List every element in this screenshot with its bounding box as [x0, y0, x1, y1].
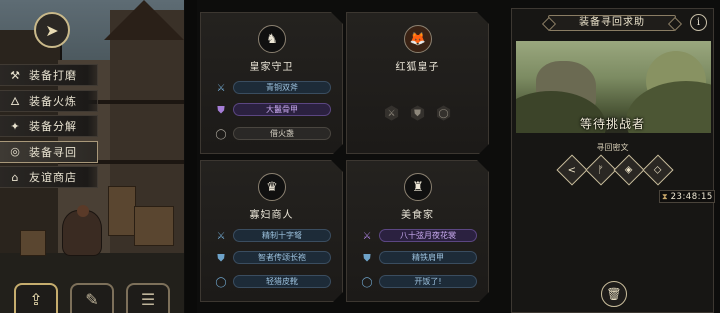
card-name: 皇家守卫	[249, 62, 294, 73]
trash-icon: 🗑	[606, 287, 622, 301]
character-figure	[62, 205, 102, 256]
retrieve-help-panel: 装备寻回求助 i 等待挑战者 寻回密文 < ᚠ ◈ ◇ ⧗ 23:48:15 🗑	[511, 8, 715, 313]
countdown-timer: ⧗ 23:48:15	[659, 190, 715, 203]
rune-4-icon[interactable]: ◇	[642, 154, 674, 186]
card-royal-guard[interactable]: ♞ 皇家守卫 ⚔ 青铜双斧 ⛊ 大鬣骨甲 ◯ 借火盏	[200, 12, 343, 154]
equipment-label: 精铁肩甲	[379, 251, 477, 264]
bottom-nav-list[interactable]: ☰	[126, 283, 170, 313]
cipher-row: < ᚠ ◈ ◇	[556, 154, 674, 186]
card-name: 美食家	[401, 210, 434, 221]
equipment-row[interactable]: ⚔ 精制十字弩	[213, 229, 331, 243]
equipment-row[interactable]: ◯ 轻猎皮靴	[213, 275, 331, 289]
sidebar-item-forge[interactable]: 🜂 装备火炼	[0, 89, 98, 112]
info-icon[interactable]: i	[690, 14, 707, 31]
back-button[interactable]: ➤	[34, 12, 70, 48]
equipment-label: 开饭了!	[379, 275, 477, 288]
equipment-row[interactable]: ⛊ 精铁肩甲	[359, 251, 477, 265]
equipment-row[interactable]: ⚔ 八十弦月夜花裳	[359, 229, 477, 243]
equipment-label: 青铜双斧	[233, 81, 331, 94]
flame-icon: 🜂	[10, 94, 20, 108]
robe-icon: ⛊	[217, 252, 225, 264]
hourglass-icon: ⧗	[662, 191, 668, 201]
sidebar-item-label: 装备打磨	[29, 69, 77, 82]
sidebar-item-retrieve[interactable]: ◎ 装备寻回	[0, 140, 98, 163]
equipment-label: 精制十字弩	[233, 229, 331, 242]
rune-1-icon[interactable]: <	[556, 154, 588, 186]
equipment-row[interactable]: ◯ 开饭了!	[359, 275, 477, 289]
divider	[185, 0, 197, 313]
armor-icon: ⛊	[217, 104, 225, 116]
crate	[134, 206, 174, 246]
roof	[104, 0, 184, 40]
sidebar-item-label: 装备分解	[29, 120, 77, 133]
sidebar-item-dismantle[interactable]: ✦ 装备分解	[0, 115, 98, 137]
ring-slot-icon: ◯	[435, 105, 453, 123]
hammer-icon: ⚒	[10, 68, 20, 82]
sidebar-item-label: 友谊商店	[29, 171, 77, 184]
royal-guard-avatar: ♞	[258, 25, 286, 53]
sidebar-item-label: 装备火炼	[29, 94, 77, 108]
quill-icon: ✎	[85, 289, 99, 309]
card-name: 红狐皇子	[395, 62, 440, 73]
crate	[20, 230, 46, 256]
equipment-row[interactable]: ⚔ 青铜双斧	[213, 81, 331, 95]
pauldron-icon: ⛊	[363, 252, 371, 264]
panel-title: 装备寻回求助	[548, 15, 676, 31]
gourmet-avatar: ♜	[404, 173, 432, 201]
equipment-label: 智者传颂长袍	[233, 251, 331, 264]
bottom-nav-quill[interactable]: ✎	[70, 283, 114, 313]
trash-button[interactable]: 🗑	[601, 281, 627, 307]
equipment-label: 大鬣骨甲	[233, 103, 331, 116]
card-name: 寡妇商人	[249, 210, 294, 221]
crate	[108, 186, 136, 236]
bottom-nav-inventory[interactable]: ⇪	[14, 283, 58, 313]
break-icon: ✦	[10, 119, 20, 133]
equipment-label: 借火盏	[233, 127, 331, 140]
boots-icon: ◯	[215, 276, 227, 288]
crossbow-icon: ⚔	[216, 230, 226, 242]
shop-icon: ⌂	[11, 170, 19, 184]
rune-2-icon[interactable]: ᚠ	[585, 154, 617, 186]
cipher-label: 寻回密文	[596, 143, 629, 152]
widow-merchant-avatar: ♛	[258, 173, 286, 201]
card-gourmet[interactable]: ♜ 美食家 ⚔ 八十弦月夜花裳 ⛊ 精铁肩甲 ◯ 开饭了!	[346, 160, 489, 302]
weapon-slot-icon: ⚔	[383, 105, 401, 123]
ring-icon: ◯	[361, 276, 373, 288]
equipment-row[interactable]: ⛊ 智者传颂长袍	[213, 251, 331, 265]
sidebar-item-polish[interactable]: ⚒ 装备打磨	[0, 64, 98, 86]
empty-slot-row: ⚔ ⛊ ◯	[347, 105, 488, 123]
card-widow-merchant[interactable]: ♛ 寡妇商人 ⚔ 精制十字弩 ⛊ 智者传颂长袍 ◯ 轻猎皮靴	[200, 160, 343, 302]
equipment-row[interactable]: ⛊ 大鬣骨甲	[213, 103, 331, 117]
red-fox-prince-avatar: 🦊	[404, 25, 432, 53]
sidebar-item-label: 装备寻回	[29, 145, 77, 159]
armor-slot-icon: ⛊	[409, 105, 427, 123]
equipment-row[interactable]: ◯ 借火盏	[213, 127, 331, 141]
list-icon: ☰	[140, 289, 156, 309]
ring-icon: ◯	[215, 128, 227, 140]
equipment-label: 八十弦月夜花裳	[379, 229, 477, 242]
axe-icon: ⚔	[216, 82, 226, 94]
timer-value: 23:48:15	[670, 191, 713, 202]
rune-3-icon[interactable]: ◈	[613, 154, 645, 186]
search-icon: ◎	[10, 145, 20, 158]
status-text: 等待挑战者	[579, 117, 645, 131]
equipment-label: 轻猎皮靴	[233, 275, 331, 288]
sidebar-menu: ⚒ 装备打磨 🜂 装备火炼 ✦ 装备分解 ◎ 装备寻回 ⌂ 友谊商店	[0, 64, 98, 192]
card-red-fox-prince[interactable]: 🦊 红狐皇子 ⚔ ⛊ ◯	[346, 12, 489, 154]
upload-box-icon: ⇪	[29, 289, 43, 309]
dagger-icon: ⚔	[362, 230, 372, 242]
sidebar-item-shop[interactable]: ⌂ 友谊商店	[0, 166, 98, 188]
back-arrow-icon: ➤	[45, 20, 59, 40]
